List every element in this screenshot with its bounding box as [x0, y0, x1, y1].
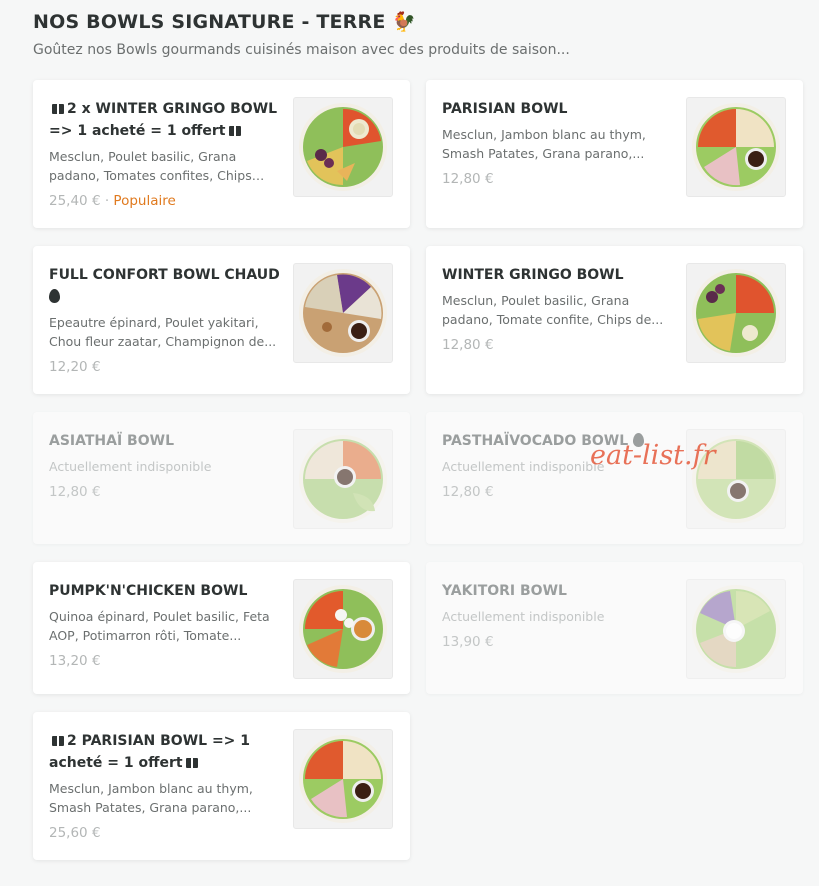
item-name: 2 PARISIAN BOWL => 1 acheté = 1 offert — [49, 730, 281, 774]
bowl-photo — [293, 429, 393, 529]
item-name: FULL CONFORT BOWL CHAUD — [49, 264, 281, 308]
gift-icon — [228, 122, 242, 136]
bowl-photo — [293, 263, 393, 363]
bowl-photo — [686, 579, 786, 679]
section-subtitle: Goûtez nos Bowls gourmands cuisinés mais… — [33, 42, 570, 58]
bowl-image — [299, 735, 387, 823]
bowl-image — [299, 103, 387, 191]
item-name: ASIATHAÏ BOWL — [49, 433, 174, 449]
bowl-image — [692, 585, 780, 673]
item-availability: Actuellement indisponible — [49, 459, 212, 474]
menu-item-card[interactable]: PASTHAÏVOCADO BOWL Actuellement indispon… — [426, 412, 803, 544]
item-description: Mesclun, Poulet basilic, Grana padano, T… — [49, 149, 252, 183]
item-price: 12,80 € — [442, 484, 494, 500]
popular-badge: Populaire — [113, 193, 176, 209]
item-price: 25,40 € — [49, 193, 101, 209]
item-description: Mesclun, Jambon blanc au thym, Smash Pat… — [442, 127, 646, 161]
item-price: 12,80 € — [49, 484, 101, 500]
item-name: PARISIAN BOWL — [442, 101, 568, 117]
gift-icon — [51, 732, 65, 746]
item-price: 12,80 € — [442, 171, 494, 187]
item-description: Quinoa épinard, Poulet basilic, Feta AOP… — [49, 609, 270, 643]
item-availability: Actuellement indisponible — [442, 609, 605, 624]
gift-icon — [185, 754, 199, 768]
menu-item-card[interactable]: FULL CONFORT BOWL CHAUD Epeautre épinard… — [33, 246, 410, 394]
flame-icon — [49, 289, 60, 303]
bowl-image — [299, 585, 387, 673]
item-price: 25,60 € — [49, 825, 101, 841]
menu-item-card[interactable]: PUMPK'N'CHICKEN BOWL Quinoa épinard, Pou… — [33, 562, 410, 694]
item-name: 2 x WINTER GRINGO BOWL => 1 acheté = 1 o… — [49, 98, 281, 142]
bowl-image — [692, 103, 780, 191]
item-name-text: 2 x WINTER GRINGO BOWL => 1 acheté = 1 o… — [49, 101, 278, 139]
item-price: 13,90 € — [442, 634, 494, 650]
item-price: 12,20 € — [49, 359, 101, 375]
menu-item-card[interactable]: 2 PARISIAN BOWL => 1 acheté = 1 offert M… — [33, 712, 410, 860]
bowl-photo — [686, 263, 786, 363]
bowl-image — [299, 269, 387, 357]
item-name-text: FULL CONFORT BOWL CHAUD — [49, 267, 280, 283]
bowl-photo — [686, 97, 786, 197]
item-name-text: 2 PARISIAN BOWL => 1 acheté = 1 offert — [49, 733, 251, 771]
item-price-line: 25,40 € · Populaire — [49, 193, 176, 209]
bowl-photo — [293, 729, 393, 829]
section-title: NOS BOWLS SIGNATURE - TERRE 🐓 — [33, 11, 417, 33]
gift-icon — [51, 100, 65, 114]
menu-item-card[interactable]: WINTER GRINGO BOWL Mesclun, Poulet basil… — [426, 246, 803, 394]
item-price: 13,20 € — [49, 653, 101, 669]
item-name: WINTER GRINGO BOWL — [442, 267, 624, 283]
item-price: 12,80 € — [442, 337, 494, 353]
bowl-photo — [293, 579, 393, 679]
menu-item-card[interactable]: 2 x WINTER GRINGO BOWL => 1 acheté = 1 o… — [33, 80, 410, 228]
item-description: Mesclun, Poulet basilic, Grana padano, T… — [442, 293, 664, 327]
bowl-image — [692, 269, 780, 357]
menu-item-card[interactable]: YAKITORI BOWL Actuellement indisponible … — [426, 562, 803, 694]
watermark: eat-list.fr — [590, 440, 716, 471]
bowl-photo — [293, 97, 393, 197]
item-name: PUMPK'N'CHICKEN BOWL — [49, 583, 248, 599]
item-description: Mesclun, Jambon blanc au thym, Smash Pat… — [49, 781, 253, 815]
item-description: Epeautre épinard, Poulet yakitari, Chou … — [49, 315, 277, 349]
bowl-image — [299, 435, 387, 523]
menu-item-card[interactable]: ASIATHAÏ BOWL Actuellement indisponible … — [33, 412, 410, 544]
menu-item-card[interactable]: PARISIAN BOWL Mesclun, Jambon blanc au t… — [426, 80, 803, 228]
item-name: YAKITORI BOWL — [442, 583, 567, 599]
